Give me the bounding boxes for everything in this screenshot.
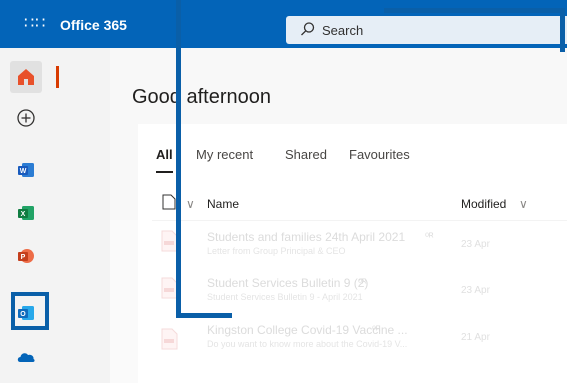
rail-home[interactable] [10, 61, 42, 93]
shared-icon: ⁰ᴿ [358, 278, 367, 289]
chevron-down-icon[interactable]: ∨ [186, 197, 195, 211]
search-input[interactable]: Search [286, 16, 567, 44]
rail-onedrive[interactable] [10, 340, 42, 372]
row-divider [152, 220, 567, 221]
tab-underline [156, 171, 173, 173]
powerpoint-icon: P [18, 249, 34, 263]
chevron-down-icon[interactable]: ∨ [519, 197, 528, 211]
home-icon [18, 69, 34, 85]
search-icon [301, 22, 315, 36]
rail-powerpoint[interactable]: P [10, 240, 42, 272]
waffle-icon[interactable]: ∷∷ [24, 16, 46, 32]
svg-text:P: P [21, 254, 26, 261]
tab-all[interactable]: All [156, 147, 173, 162]
svg-text:X: X [21, 211, 26, 218]
highlight-line [176, 0, 181, 318]
word-icon: W [18, 163, 34, 177]
file-modified: 23 Apr [461, 285, 490, 296]
file-modified: 21 Apr [461, 332, 490, 343]
app-title[interactable]: Office 365 [60, 17, 127, 33]
highlight-line [560, 8, 565, 52]
column-name[interactable]: Name [207, 197, 239, 211]
tab-my-recent[interactable]: My recent [196, 147, 253, 162]
excel-icon: X [18, 206, 34, 220]
file-subtitle: Do you want to know more about the Covid… [207, 339, 408, 349]
file-name[interactable]: Student Services Bulletin 9 (2) [207, 276, 368, 290]
file-subtitle: Letter from Group Principal & CEO [207, 246, 346, 256]
highlight-line [384, 8, 565, 13]
rail-excel[interactable]: X [10, 197, 42, 229]
plus-circle-icon [17, 109, 35, 127]
highlight-box [11, 292, 49, 330]
svg-text:W: W [20, 168, 27, 175]
column-modified[interactable]: Modified [461, 197, 506, 211]
tab-favourites[interactable]: Favourites [349, 147, 410, 162]
shared-icon: ⁰ᴿ [425, 232, 434, 243]
tab-shared[interactable]: Shared [285, 147, 327, 162]
pdf-file-icon [161, 328, 178, 350]
highlight-line [176, 313, 232, 318]
search-placeholder: Search [322, 23, 364, 38]
rail-create[interactable] [10, 102, 42, 134]
greeting: Good afternoon [132, 86, 271, 108]
shared-icon: ⁰ᴿ [372, 325, 381, 336]
file-subtitle: Student Services Bulletin 9 - April 2021 [207, 292, 363, 302]
onedrive-icon [17, 353, 35, 362]
rail-word[interactable]: W [10, 154, 42, 186]
file-modified: 23 Apr [461, 239, 490, 250]
file-type-icon[interactable] [162, 194, 176, 210]
active-indicator [56, 66, 59, 88]
file-name[interactable]: Students and families 24th April 2021 [207, 230, 405, 244]
